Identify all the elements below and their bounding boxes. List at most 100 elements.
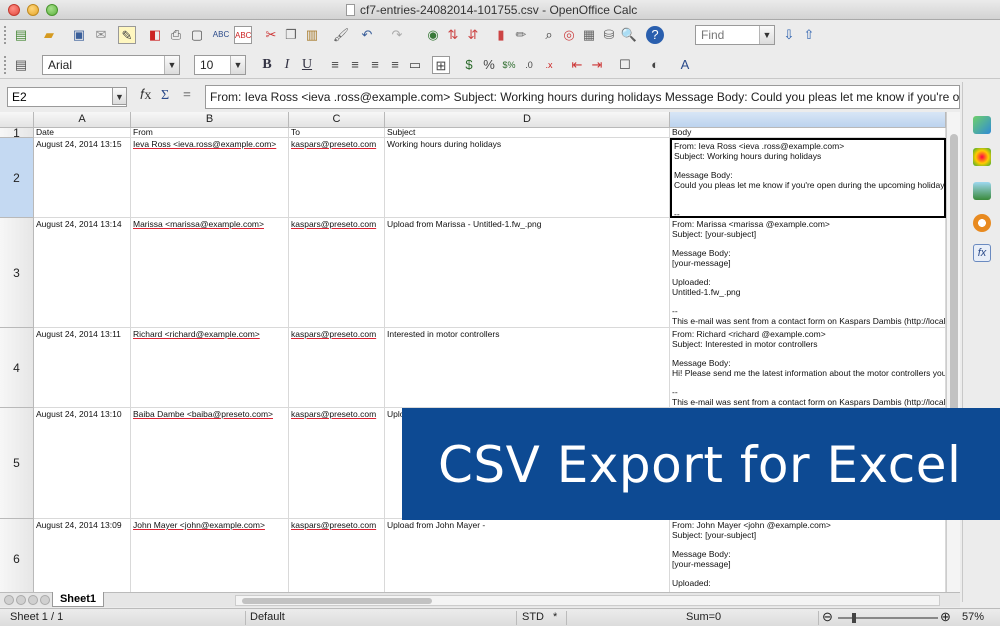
cell-e1[interactable]: Body (670, 128, 946, 138)
italic-button[interactable]: I (278, 56, 296, 74)
cell-d3[interactable]: Upload from Marissa - Untitled-1.fw_.png (385, 218, 670, 328)
cell-b2[interactable]: Ieva Ross <ieva.ross@example.com> (131, 138, 289, 218)
font-name-dropdown-icon[interactable]: ▼ (164, 56, 179, 74)
cell-d2[interactable]: Working hours during holidays (385, 138, 670, 218)
row-header[interactable]: 2 (0, 138, 34, 218)
cell-c4[interactable]: kaspars@preseto.com (289, 328, 385, 408)
add-decimal-icon[interactable]: .0 (520, 56, 538, 74)
column-header-d[interactable]: D (385, 112, 670, 128)
column-header-a[interactable]: A (34, 112, 131, 128)
vertical-scroll-thumb[interactable] (950, 134, 958, 424)
find-dropdown-icon[interactable]: ▼ (759, 26, 774, 44)
currency-format-icon[interactable]: $ (460, 56, 478, 74)
minimize-window-button[interactable] (27, 4, 39, 16)
paste-icon[interactable]: ▥ (303, 26, 321, 44)
merge-cells-icon[interactable]: ▭ (406, 56, 424, 74)
bold-button[interactable]: B (258, 56, 276, 74)
wrap-text-icon[interactable]: ⊞ (432, 56, 450, 74)
name-box-dropdown-icon[interactable]: ▼ (112, 87, 127, 105)
cell-e3[interactable]: From: Marissa <marissa @example.com> Subj… (670, 218, 946, 328)
next-sheet-button[interactable] (28, 595, 38, 605)
cell-c2[interactable]: kaspars@preseto.com (289, 138, 385, 218)
first-sheet-button[interactable] (4, 595, 14, 605)
cell-a6[interactable]: August 24, 2014 13:09 (34, 519, 131, 592)
row-header[interactable]: 3 (0, 218, 34, 328)
cell-c6[interactable]: kaspars@preseto.com (289, 519, 385, 592)
cell-b5[interactable]: Baiba Dambe <baiba@preseto.com> (131, 408, 289, 519)
zoom-window-button[interactable] (46, 4, 58, 16)
align-left-icon[interactable]: ≡ (326, 56, 344, 74)
horizontal-scrollbar[interactable] (235, 595, 940, 606)
justify-icon[interactable]: ≡ (386, 56, 404, 74)
close-window-button[interactable] (8, 4, 20, 16)
status-page-style[interactable]: Default (250, 611, 285, 623)
cell-a2[interactable]: August 24, 2014 13:15 (34, 138, 131, 218)
zoom-in-icon[interactable]: ⊕ (940, 609, 951, 625)
decrease-indent-icon[interactable]: ⇤ (568, 56, 586, 74)
styles-icon[interactable] (973, 148, 991, 166)
column-header-e[interactable]: E (670, 112, 946, 128)
font-color-icon[interactable]: A (676, 56, 694, 74)
cut-icon[interactable]: ✂ (262, 26, 280, 44)
hyperlink-icon[interactable]: ◉ (424, 26, 442, 44)
save-icon[interactable]: ▣ (70, 26, 88, 44)
toolbar-grip[interactable] (4, 56, 7, 74)
function-wizard-icon[interactable]: 𝑓x (140, 88, 151, 104)
cell-c3[interactable]: kaspars@preseto.com (289, 218, 385, 328)
find-replace-icon[interactable]: ⌕ (540, 26, 558, 44)
row-header[interactable]: 1 (0, 126, 34, 140)
cell-a5[interactable]: August 24, 2014 13:10 (34, 408, 131, 519)
zoom-level[interactable]: 57% (962, 611, 984, 623)
undo-icon[interactable]: ↶ (358, 26, 376, 44)
formula-input[interactable]: From: Ieva Ross <ieva .ross@example.com>… (205, 85, 960, 109)
styles-formatting-icon[interactable]: ▤ (12, 56, 30, 74)
align-right-icon[interactable]: ≡ (366, 56, 384, 74)
export-pdf-icon[interactable]: ◧ (146, 26, 164, 44)
cell-c1[interactable]: To (289, 128, 385, 138)
cell-d4[interactable]: Interested in motor controllers (385, 328, 670, 408)
row-header[interactable]: 6 (0, 519, 34, 592)
clone-formatting-icon[interactable]: 🖌 (332, 26, 350, 44)
previous-sheet-button[interactable] (16, 595, 26, 605)
navigator-sidebar-icon[interactable] (973, 214, 991, 232)
spellcheck-icon[interactable]: ABC (212, 26, 230, 44)
cell-a3[interactable]: August 24, 2014 13:14 (34, 218, 131, 328)
delete-decimal-icon[interactable]: .x (540, 56, 558, 74)
open-folder-icon[interactable]: ▰ (40, 26, 58, 44)
last-sheet-button[interactable] (40, 595, 50, 605)
autospellcheck-icon[interactable]: ABC (234, 26, 252, 44)
sort-ascending-icon[interactable]: ⇅ (444, 26, 462, 44)
pivot-table-icon[interactable]: ✏ (512, 26, 530, 44)
column-header-c[interactable]: C (289, 112, 385, 128)
find-next-icon[interactable]: ⇩ (780, 26, 798, 44)
row-header[interactable]: 4 (0, 328, 34, 408)
sort-descending-icon[interactable]: ⇵ (464, 26, 482, 44)
increase-indent-icon[interactable]: ⇥ (588, 56, 606, 74)
cell-b1[interactable]: From (131, 128, 289, 138)
redo-icon[interactable]: ↷ (388, 26, 406, 44)
cell-d6[interactable]: Upload from John Mayer - (385, 519, 670, 592)
cell-c5[interactable]: kaspars@preseto.com (289, 408, 385, 519)
find-input[interactable]: Find ▼ (695, 25, 775, 45)
underline-button[interactable]: U (298, 56, 316, 74)
name-box-dropdown[interactable]: ▼ (110, 87, 127, 107)
zoom-slider-knob[interactable] (852, 613, 856, 623)
percent-format-icon[interactable]: % (480, 56, 498, 74)
horizontal-scroll-thumb[interactable] (242, 598, 432, 604)
status-selection-mode[interactable]: STD (522, 611, 544, 623)
cell-b6[interactable]: John Mayer <john@example.com> (131, 519, 289, 592)
cell-a1[interactable]: Date (34, 128, 131, 138)
new-document-icon[interactable]: ▤ (12, 26, 30, 44)
font-size-dropdown-icon[interactable]: ▼ (230, 56, 245, 74)
function-icon[interactable]: = (183, 88, 191, 104)
email-icon[interactable]: ✉ (92, 26, 110, 44)
sheet-tab[interactable]: Sheet1 (52, 592, 104, 607)
toolbar-grip[interactable] (4, 26, 7, 44)
properties-icon[interactable] (973, 116, 991, 134)
font-size-select[interactable]: 10 ▼ (194, 55, 246, 75)
standard-format-icon[interactable]: $% (500, 56, 518, 74)
background-color-icon[interactable]: ◐ (646, 56, 664, 74)
page-preview-icon[interactable]: ▢ (188, 26, 206, 44)
cell-d1[interactable]: Subject (385, 128, 670, 138)
zoom-icon[interactable]: 🔍 (620, 26, 638, 44)
